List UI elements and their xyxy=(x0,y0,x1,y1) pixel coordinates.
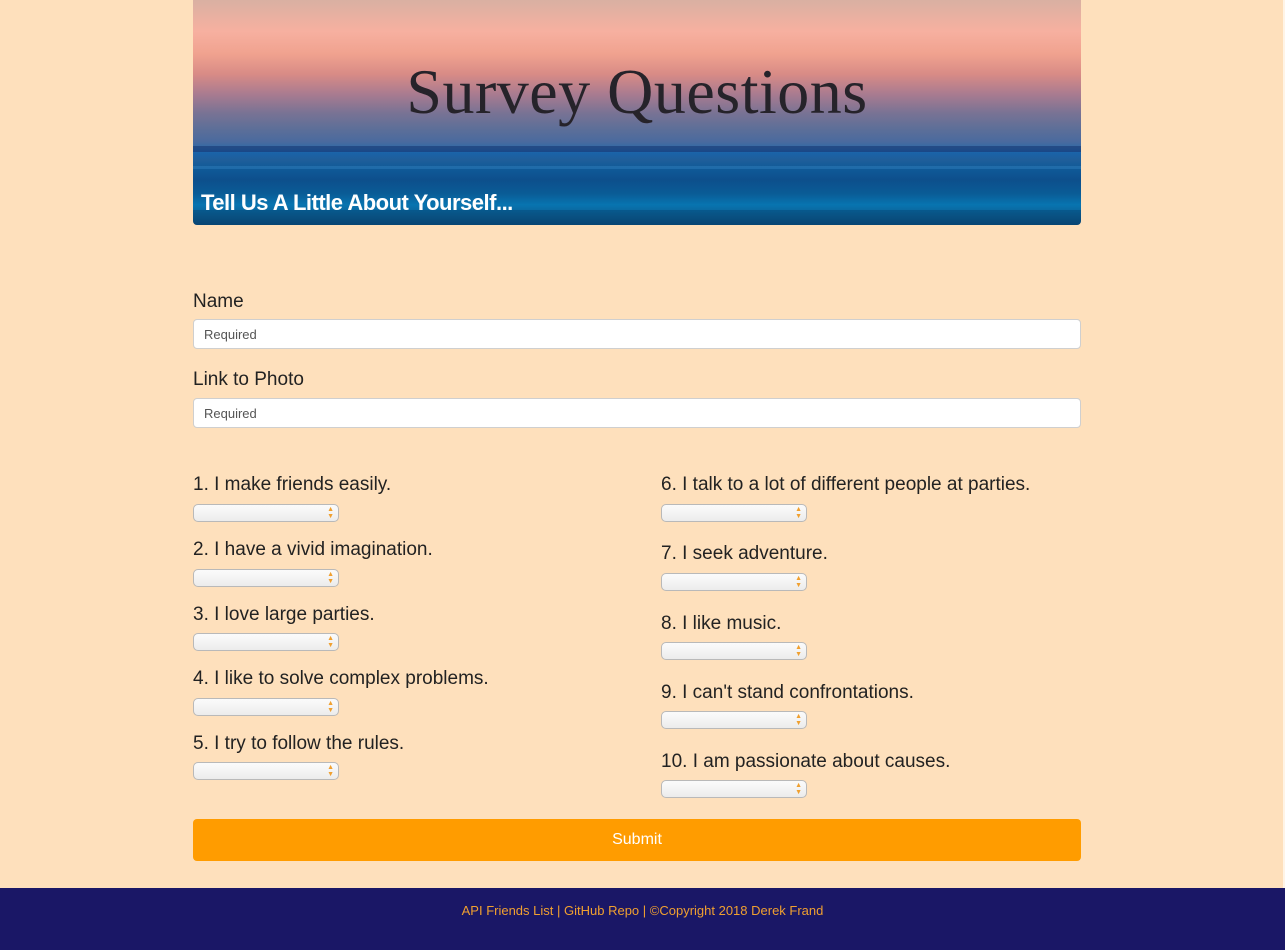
question-label-7: 7. I seek adventure. xyxy=(661,543,828,564)
header-banner: Survey Questions Tell Us A Little About … xyxy=(193,0,1081,225)
question-select-1[interactable]: ▲ ▼ xyxy=(193,504,339,522)
select-arrows-icon: ▲ ▼ xyxy=(795,782,802,796)
footer-separator: | xyxy=(553,903,564,918)
main-container: Survey Questions Tell Us A Little About … xyxy=(193,0,1081,861)
question-label-10: 10. I am passionate about causes. xyxy=(661,751,951,772)
question-label-3: 3. I love large parties. xyxy=(193,604,375,625)
question-select-5[interactable]: ▲ ▼ xyxy=(193,762,339,780)
page-subtitle: Tell Us A Little About Yourself... xyxy=(201,190,513,215)
select-arrows-icon: ▲ ▼ xyxy=(327,506,334,520)
question-select-4[interactable]: ▲ ▼ xyxy=(193,698,339,716)
question-label-9: 9. I can't stand confrontations. xyxy=(661,682,914,703)
question-select-7[interactable]: ▲ ▼ xyxy=(661,573,807,591)
select-arrows-icon: ▲ ▼ xyxy=(795,644,802,658)
name-label: Name xyxy=(193,291,244,312)
question-select-8[interactable]: ▲ ▼ xyxy=(661,642,807,660)
select-arrows-icon: ▲ ▼ xyxy=(795,575,802,589)
select-arrows-icon: ▲ ▼ xyxy=(327,764,334,778)
question-label-4: 4. I like to solve complex problems. xyxy=(193,668,489,689)
question-label-1: 1. I make friends easily. xyxy=(193,474,392,495)
select-arrows-icon: ▲ ▼ xyxy=(795,506,802,520)
select-arrows-icon: ▲ ▼ xyxy=(795,713,802,727)
question-label-6: 6. I talk to a lot of different people a… xyxy=(661,474,1031,495)
question-select-10[interactable]: ▲ ▼ xyxy=(661,780,807,798)
question-select-9[interactable]: ▲ ▼ xyxy=(661,711,807,729)
banner-band xyxy=(193,166,1081,169)
copyright-text: ©Copyright 2018 Derek Frand xyxy=(649,903,824,918)
name-input[interactable] xyxy=(193,319,1081,349)
photo-label: Link to Photo xyxy=(193,369,304,390)
select-arrows-icon: ▲ ▼ xyxy=(327,700,334,714)
question-label-5: 5. I try to follow the rules. xyxy=(193,733,405,754)
question-label-2: 2. I have a vivid imagination. xyxy=(193,539,433,560)
footer-separator: | xyxy=(639,903,650,918)
question-label-8: 8. I like music. xyxy=(661,613,782,634)
page-title: Survey Questions xyxy=(406,56,868,127)
submit-button[interactable]: Submit xyxy=(193,819,1081,861)
photo-link-input[interactable] xyxy=(193,398,1081,428)
question-select-2[interactable]: ▲ ▼ xyxy=(193,569,339,587)
banner-band xyxy=(193,146,1081,152)
question-select-3[interactable]: ▲ ▼ xyxy=(193,633,339,651)
footer: API Friends List | GitHub Repo | ©Copyri… xyxy=(0,888,1285,950)
question-select-6[interactable]: ▲ ▼ xyxy=(661,504,807,522)
select-arrows-icon: ▲ ▼ xyxy=(327,635,334,649)
github-repo-link[interactable]: GitHub Repo xyxy=(564,903,639,918)
friends-list-link[interactable]: API Friends List xyxy=(462,903,554,918)
select-arrows-icon: ▲ ▼ xyxy=(327,571,334,585)
